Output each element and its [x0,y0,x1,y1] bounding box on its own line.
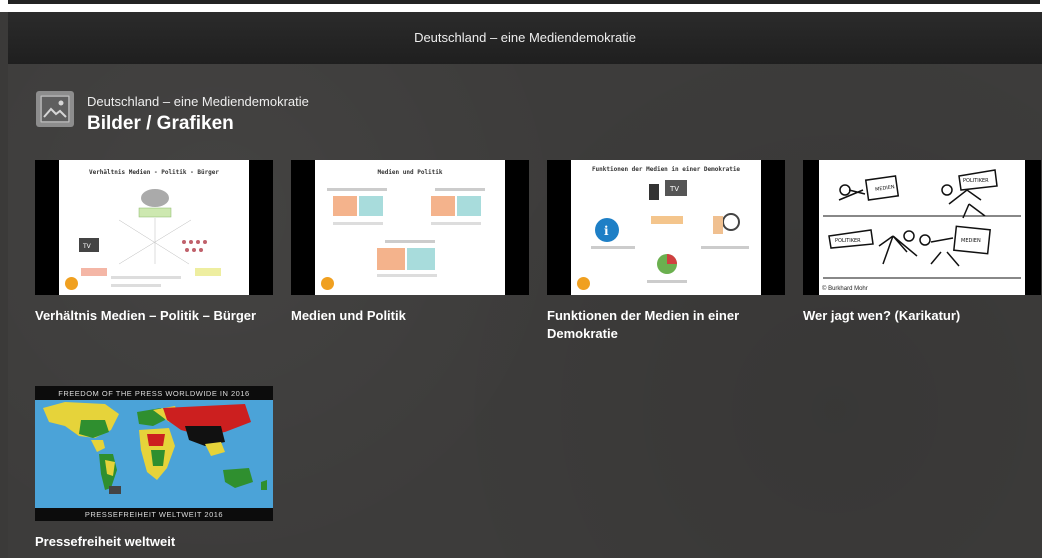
card-thumbnail[interactable]: FREEDOM OF THE PRESS WORLDWIDE IN 2016 P… [35,386,273,521]
card-thumbnail[interactable]: Verhältnis Medien - Politik - Bürger TV [35,160,273,295]
gallery-card[interactable]: Funktionen der Medien in einer Demokrati… [547,160,785,343]
card-title[interactable]: Funktionen der Medien in einer Demokrati… [547,307,785,343]
svg-text:TV: TV [82,243,92,250]
svg-text:POLITIKER: POLITIKER [963,178,989,184]
section-subtitle: Deutschland – eine Mediendemokratie [87,94,309,109]
page-header: Deutschland – eine Mediendemokratie [8,12,1042,65]
svg-text:TV: TV [669,185,679,193]
card-thumbnail[interactable]: Medien und Politik [291,160,529,295]
card-title[interactable]: Wer jagt wen? (Karikatur) [803,307,1041,325]
svg-text:POLITIKER: POLITIKER [835,238,861,244]
svg-text:MEDIEN: MEDIEN [961,238,981,244]
gallery-section: Deutschland – eine Mediendemokratie Bild… [8,64,1042,558]
gallery-card[interactable]: Verhältnis Medien - Politik - Bürger TV [35,160,273,325]
window-top-frame [0,0,1052,12]
cartoon-credit: © Burkhard Mohr [822,286,868,292]
gallery-card[interactable]: FREEDOM OF THE PRESS WORLDWIDE IN 2016 P… [35,386,273,551]
map-bottom-caption: PRESSEFREIHEIT WELTWEIT 2016 [84,510,224,519]
card-thumbnail[interactable]: MEDIEN POLITIKER POLITIKER MEDIEN © Burk… [803,160,1041,295]
gallery-card[interactable]: Medien und Politik Medien und Politik [291,160,529,325]
section-title: Bilder / Grafiken [87,113,234,134]
card-title[interactable]: Verhältnis Medien – Politik – Bürger [35,307,273,325]
image-gallery-icon [36,91,74,127]
gallery-card[interactable]: MEDIEN POLITIKER POLITIKER MEDIEN © Burk… [803,160,1041,325]
window-right-edge [1042,12,1052,558]
svg-text:i: i [604,224,609,238]
header-title: Deutschland – eine Mediendemokratie [414,30,636,45]
card-title[interactable]: Medien und Politik [291,307,529,325]
svg-text:MEDIEN: MEDIEN [875,184,896,193]
card-title[interactable]: Pressefreiheit weltweit [35,533,273,551]
card-thumbnail[interactable]: Funktionen der Medien in einer Demokrati… [547,160,785,295]
